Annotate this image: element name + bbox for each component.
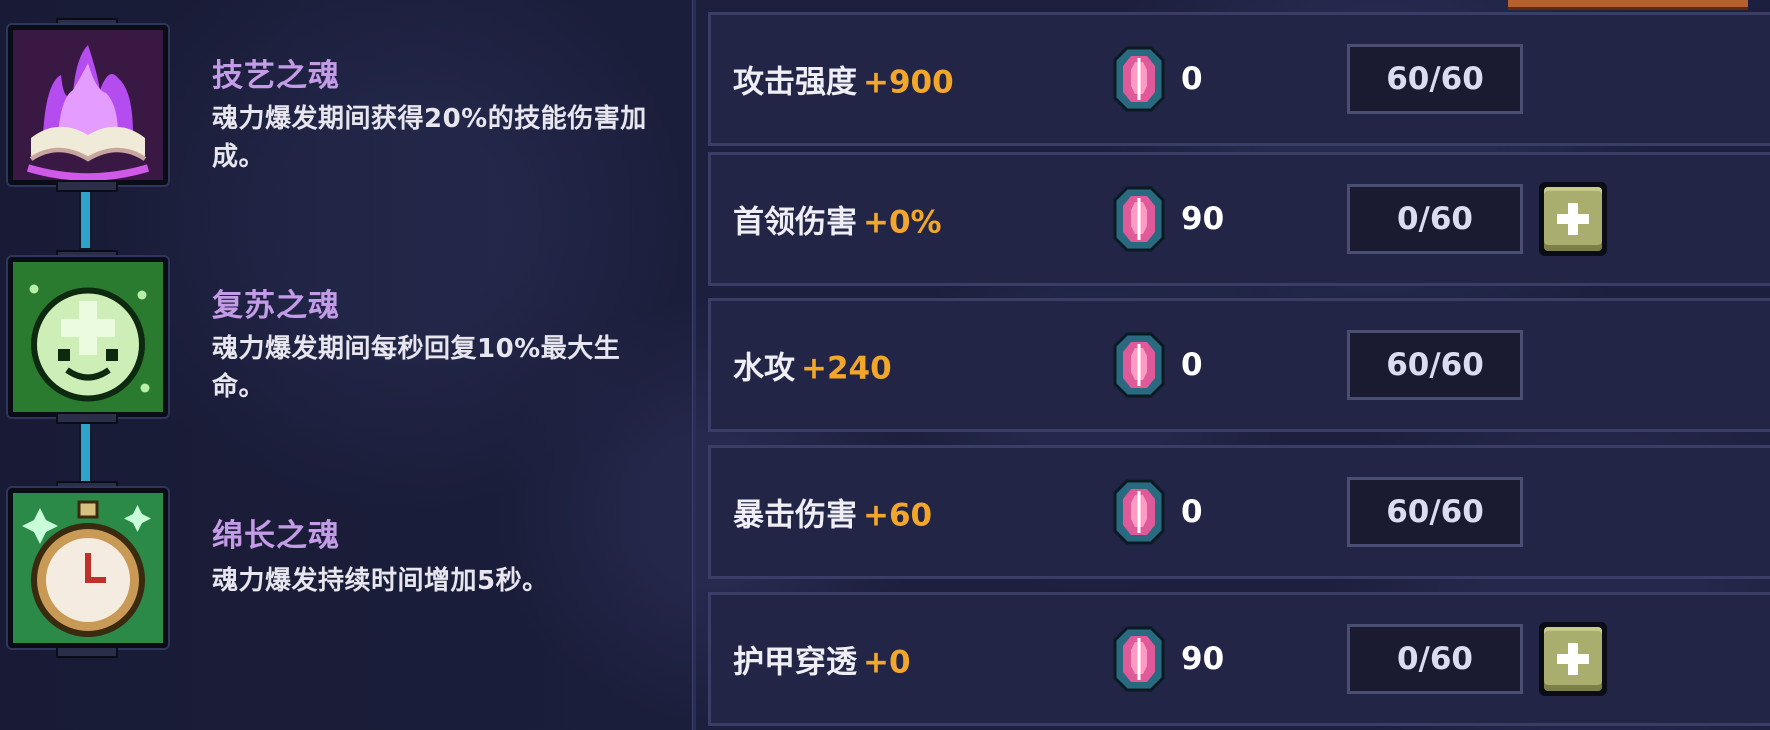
stat-bonus: +0 — [863, 644, 911, 681]
stat-name: 护甲穿透 — [733, 644, 857, 681]
stat-row-armor-penetration: 护甲穿透 +0 90 0/60 — [708, 592, 1770, 726]
stat-level: 60/60 — [1347, 330, 1523, 400]
stat-label: 首领伤害 +0% — [733, 197, 942, 242]
stat-cost: 0 — [1181, 347, 1203, 383]
soul-crystal-icon — [1113, 46, 1165, 112]
soul-crystal-icon — [1113, 332, 1165, 398]
soul-description: 魂力爆发期间每秒回复10%最大生命。 — [212, 334, 621, 402]
stat-label: 护甲穿透 +0 — [733, 637, 911, 682]
soul-crystal-icon — [1113, 626, 1165, 692]
stat-level: 60/60 — [1347, 44, 1523, 114]
soul-frame-cap — [56, 180, 118, 192]
panel-divider — [692, 0, 696, 730]
plus-icon — [1544, 627, 1602, 691]
plus-icon — [1544, 187, 1602, 251]
purple-flame-book-icon[interactable] — [8, 25, 168, 185]
stat-label: 暴击伤害 +60 — [733, 490, 932, 535]
stat-level: 0/60 — [1347, 624, 1523, 694]
stat-cost: 0 — [1181, 494, 1203, 530]
soul-description: 魂力爆发持续时间增加5秒。 — [212, 566, 549, 596]
stat-row-boss-damage: 首领伤害 +0% 90 0/60 — [708, 152, 1770, 286]
stat-name: 暴击伤害 — [733, 497, 857, 534]
stat-level: 60/60 — [1347, 477, 1523, 547]
stat-name: 攻击强度 — [733, 64, 857, 101]
stat-bonus: +0% — [863, 204, 942, 241]
stopwatch-icon[interactable] — [8, 488, 168, 648]
stat-row-attack-power: 攻击强度 +900 0 60/60 — [708, 12, 1770, 146]
upgrade-plus-button[interactable] — [1539, 182, 1607, 256]
soul-name: 复苏之魂 — [212, 288, 340, 324]
stat-name: 水攻 — [733, 350, 795, 387]
soul-list-panel: 技艺之魂 魂力爆发期间获得20%的技能伤害加成。 复苏之魂 魂力爆发期间每秒回复… — [0, 0, 692, 730]
soul-crystal-icon — [1113, 186, 1165, 252]
stat-cost: 90 — [1181, 641, 1225, 677]
soul-frame-cap — [56, 412, 118, 424]
stat-bonus: +240 — [801, 350, 892, 387]
soul-frame-cap — [56, 646, 118, 658]
top-tab-edge — [1508, 0, 1748, 10]
stat-name: 首领伤害 — [733, 204, 857, 241]
stat-label: 攻击强度 +900 — [733, 57, 954, 102]
upgrade-plus-button[interactable] — [1539, 622, 1607, 696]
soul-connector — [81, 190, 90, 248]
stat-cost: 90 — [1181, 201, 1225, 237]
stat-label: 水攻 +240 — [733, 343, 892, 388]
green-smiling-cross-icon[interactable] — [8, 257, 168, 417]
stat-cost: 0 — [1181, 61, 1203, 97]
soul-upgrade-screen: 技艺之魂 魂力爆发期间获得20%的技能伤害加成。 复苏之魂 魂力爆发期间每秒回复… — [0, 0, 1770, 730]
soul-crystal-icon — [1113, 479, 1165, 545]
stat-bonus: +900 — [863, 64, 954, 101]
stat-level: 0/60 — [1347, 184, 1523, 254]
stat-bonus: +60 — [863, 497, 933, 534]
stat-row-crit-damage: 暴击伤害 +60 0 60/60 — [708, 445, 1770, 579]
stat-row-water-attack: 水攻 +240 0 60/60 — [708, 298, 1770, 432]
soul-description: 魂力爆发期间获得20%的技能伤害加成。 — [212, 104, 647, 172]
soul-name: 技艺之魂 — [212, 58, 340, 94]
soul-connector — [81, 423, 90, 481]
soul-name: 绵长之魂 — [212, 518, 340, 554]
